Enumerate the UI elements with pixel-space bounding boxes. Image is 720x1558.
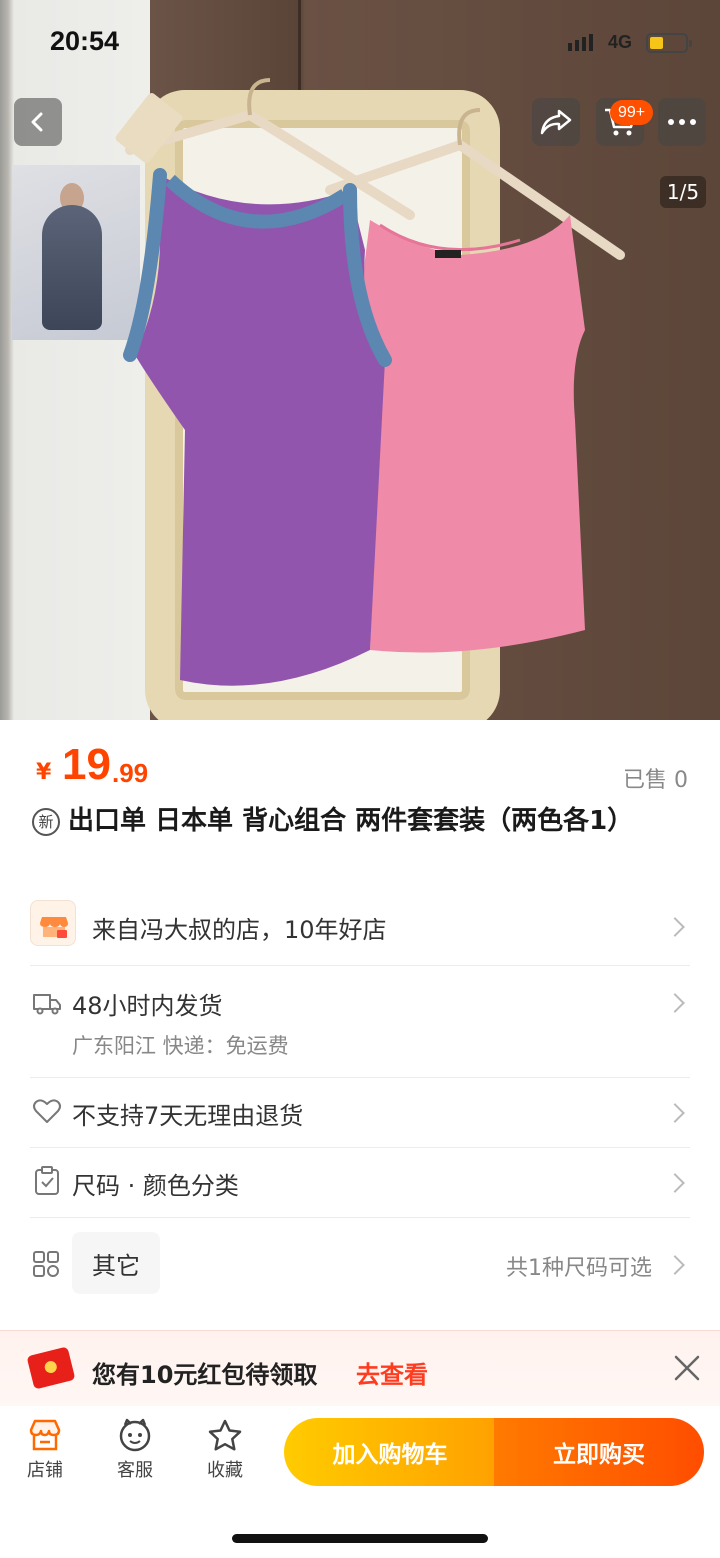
chevron-right-icon — [665, 1173, 685, 1193]
cart-badge: 99+ — [610, 100, 654, 125]
price-decimal: .99 — [112, 758, 149, 788]
product-title-text: 出口单 日本单 背心组合 两件套套装（两色各1） — [68, 806, 634, 836]
currency-symbol: ¥ — [36, 760, 52, 785]
star-icon — [208, 1419, 242, 1451]
more-icon — [668, 119, 696, 125]
store-tab-label: 店铺 — [27, 1460, 63, 1481]
share-icon — [540, 109, 572, 135]
chevron-right-icon — [665, 1103, 685, 1123]
price-integer: 19 — [62, 740, 111, 789]
store-row[interactable]: 来自冯大叔的店，10年好店 — [30, 894, 690, 966]
chevron-right-icon — [665, 1255, 685, 1275]
status-bar: 20:54 4G — [0, 0, 720, 86]
favorite-tab[interactable]: 收藏 — [190, 1418, 260, 1482]
add-to-cart-button[interactable]: 加入购物车 — [284, 1418, 496, 1486]
bottom-action-bar: 店铺 客服 收藏 加入购物车 立即购买 — [0, 1406, 720, 1558]
back-button[interactable] — [14, 98, 62, 146]
heart-icon — [33, 1099, 61, 1123]
spec-row[interactable]: 尺码 · 颜色分类 — [30, 1148, 690, 1218]
price-row: ¥ 19 .99 已售 0 — [36, 738, 688, 794]
shipping-row[interactable]: 48小时内发货 广东阳江 快递：免运费 — [30, 966, 690, 1078]
store-icon — [30, 900, 76, 946]
size-option-chip[interactable]: 其它 — [72, 1232, 160, 1294]
signal-icon — [568, 34, 593, 51]
store-icon — [29, 1419, 61, 1451]
new-tag-icon: 新 — [32, 808, 60, 836]
red-envelope-icon — [26, 1346, 76, 1390]
grid-icon — [33, 1251, 59, 1277]
chevron-left-icon — [31, 112, 43, 132]
more-button[interactable] — [658, 98, 706, 146]
favorite-tab-label: 收藏 — [207, 1460, 243, 1481]
service-tab[interactable]: 客服 — [100, 1418, 170, 1482]
service-tab-label: 客服 — [117, 1460, 153, 1481]
buy-now-button[interactable]: 立即购买 — [494, 1418, 704, 1486]
sold-count: 已售 0 — [623, 768, 688, 793]
chevron-right-icon — [665, 993, 685, 1013]
chevron-right-icon — [665, 917, 685, 937]
spec-label: 尺码 · 颜色分类 — [72, 1172, 239, 1200]
clipboard-icon — [35, 1166, 59, 1195]
store-tab[interactable]: 店铺 — [10, 1418, 80, 1482]
returns-row[interactable]: 不支持7天无理由退货 — [30, 1078, 690, 1148]
battery-icon — [646, 33, 692, 53]
share-button[interactable] — [532, 98, 580, 146]
image-counter: 1/5 — [660, 176, 706, 208]
coupon-banner[interactable]: 您有10元红包待领取 去查看 — [0, 1330, 720, 1406]
coupon-view-link[interactable]: 去查看 — [356, 1355, 428, 1390]
store-name: 来自冯大叔的店，10年好店 — [92, 916, 387, 944]
customer-service-icon — [119, 1418, 151, 1452]
close-icon[interactable] — [672, 1353, 702, 1383]
options-note: 共1种尺码可选 — [506, 1256, 652, 1281]
network-type: 4G — [608, 32, 633, 52]
truck-icon — [33, 994, 61, 1015]
shipping-time: 48小时内发货 — [72, 992, 223, 1020]
returns-policy: 不支持7天无理由退货 — [72, 1102, 304, 1130]
product-title: 新出口单 日本单 背心组合 两件套套装（两色各1） — [32, 802, 682, 840]
options-row[interactable]: 其它 共1种尺码可选 — [30, 1232, 690, 1300]
home-indicator — [232, 1534, 488, 1543]
status-time: 20:54 — [50, 26, 120, 56]
shipping-details: 广东阳江 快递：免运费 — [72, 1034, 289, 1058]
coupon-text: 您有10元红包待领取 — [92, 1361, 318, 1389]
